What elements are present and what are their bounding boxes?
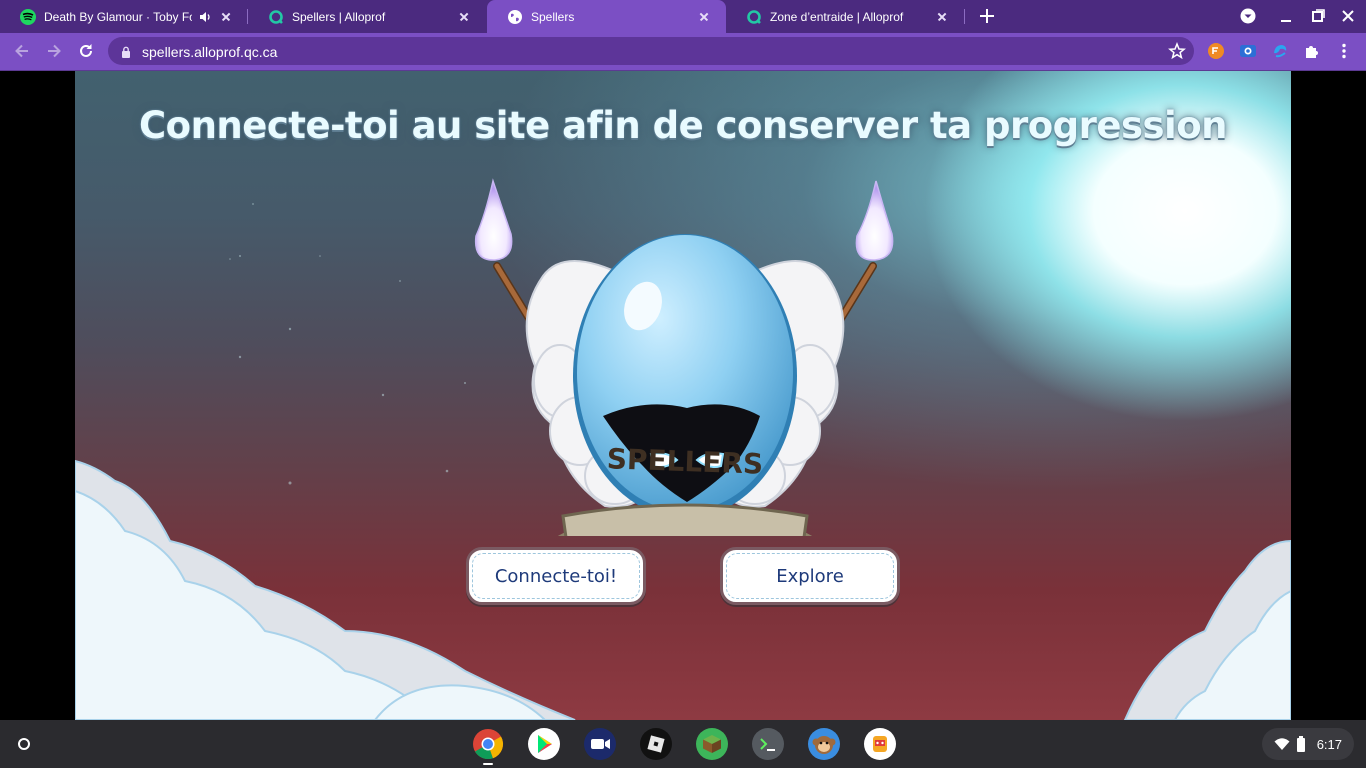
tab-title: Death By Glamour · Toby Fox [44, 9, 192, 24]
running-indicator [483, 763, 493, 765]
launcher-icon[interactable] [10, 730, 38, 758]
reload-icon[interactable] [76, 41, 96, 61]
tab-title: Zone d’entraide | Alloprof [770, 9, 904, 24]
lock-icon[interactable] [120, 45, 132, 58]
extensions-puzzle-icon[interactable] [1302, 41, 1322, 61]
face-app-icon[interactable] [864, 728, 896, 760]
url-text: spellers.alloprof.qc.ca [142, 44, 278, 60]
blue-extension-icon[interactable] [1270, 41, 1290, 61]
alloprof-icon [268, 9, 284, 25]
tab-separator [964, 9, 965, 24]
login-button-label: Connecte-toi! [494, 565, 618, 587]
explore-button[interactable]: Explore [720, 547, 900, 605]
zoom-icon[interactable] [584, 728, 616, 760]
menu-dots-icon[interactable] [1334, 41, 1354, 61]
close-tab-icon[interactable] [696, 9, 712, 25]
terminal-icon[interactable] [752, 728, 784, 760]
close-window-icon[interactable] [1338, 6, 1358, 26]
forward-icon[interactable] [44, 41, 64, 61]
address-bar[interactable]: spellers.alloprof.qc.ca [108, 37, 1194, 65]
spotify-icon [20, 8, 36, 25]
tab-zone-entraide[interactable]: Zone d’entraide | Alloprof [726, 0, 964, 33]
minecraft-icon[interactable] [696, 728, 728, 760]
explore-button-label: Explore [776, 565, 844, 587]
login-button[interactable]: Connecte-toi! [466, 547, 646, 605]
minimize-icon[interactable] [1276, 6, 1296, 26]
status-area[interactable]: 6:17 [1262, 728, 1354, 760]
tab-spellers-alloprof[interactable]: Spellers | Alloprof [248, 0, 486, 33]
close-tab-icon[interactable] [456, 9, 472, 25]
speaker-icon[interactable] [198, 10, 212, 24]
restore-icon[interactable] [1308, 6, 1328, 26]
tab-search-icon[interactable] [1238, 6, 1258, 26]
tab-title: Spellers | Alloprof [292, 9, 386, 24]
tab-title: Spellers [531, 9, 575, 24]
new-tab-button[interactable] [977, 6, 997, 26]
chrome-icon[interactable] [472, 728, 504, 760]
back-icon[interactable] [12, 41, 32, 61]
spellers-game-canvas[interactable]: Connecte-toi au site afin de conserver t… [75, 71, 1291, 720]
tab-death-by-glamour[interactable]: Death By Glamour · Toby Fox [0, 0, 248, 33]
cloud-decoration [75, 459, 1291, 720]
clock-time: 6:17 [1316, 737, 1342, 752]
chromeos-shelf: 6:17 [0, 720, 1366, 768]
battery-icon [1296, 736, 1306, 757]
roblox-icon[interactable] [640, 728, 672, 760]
screen-capture-extension-icon[interactable] [1238, 41, 1258, 61]
orange-extension-icon[interactable] [1206, 41, 1226, 61]
page-viewport: Connecte-toi au site afin de conserver t… [0, 71, 1366, 720]
globe-icon [507, 9, 523, 25]
monkey-app-icon[interactable] [808, 728, 840, 760]
tab-spellers[interactable]: Spellers [487, 0, 726, 33]
alloprof-icon [746, 9, 762, 25]
play-store-icon[interactable] [528, 728, 560, 760]
close-tab-icon[interactable] [218, 9, 234, 25]
close-tab-icon[interactable] [934, 9, 950, 25]
tab-strip: Death By Glamour · Toby Fox Spellers | A… [0, 0, 1366, 33]
browser-toolbar: spellers.alloprof.qc.ca [0, 33, 1366, 70]
wifi-icon [1274, 737, 1290, 756]
bookmark-star-icon[interactable] [1168, 41, 1186, 60]
